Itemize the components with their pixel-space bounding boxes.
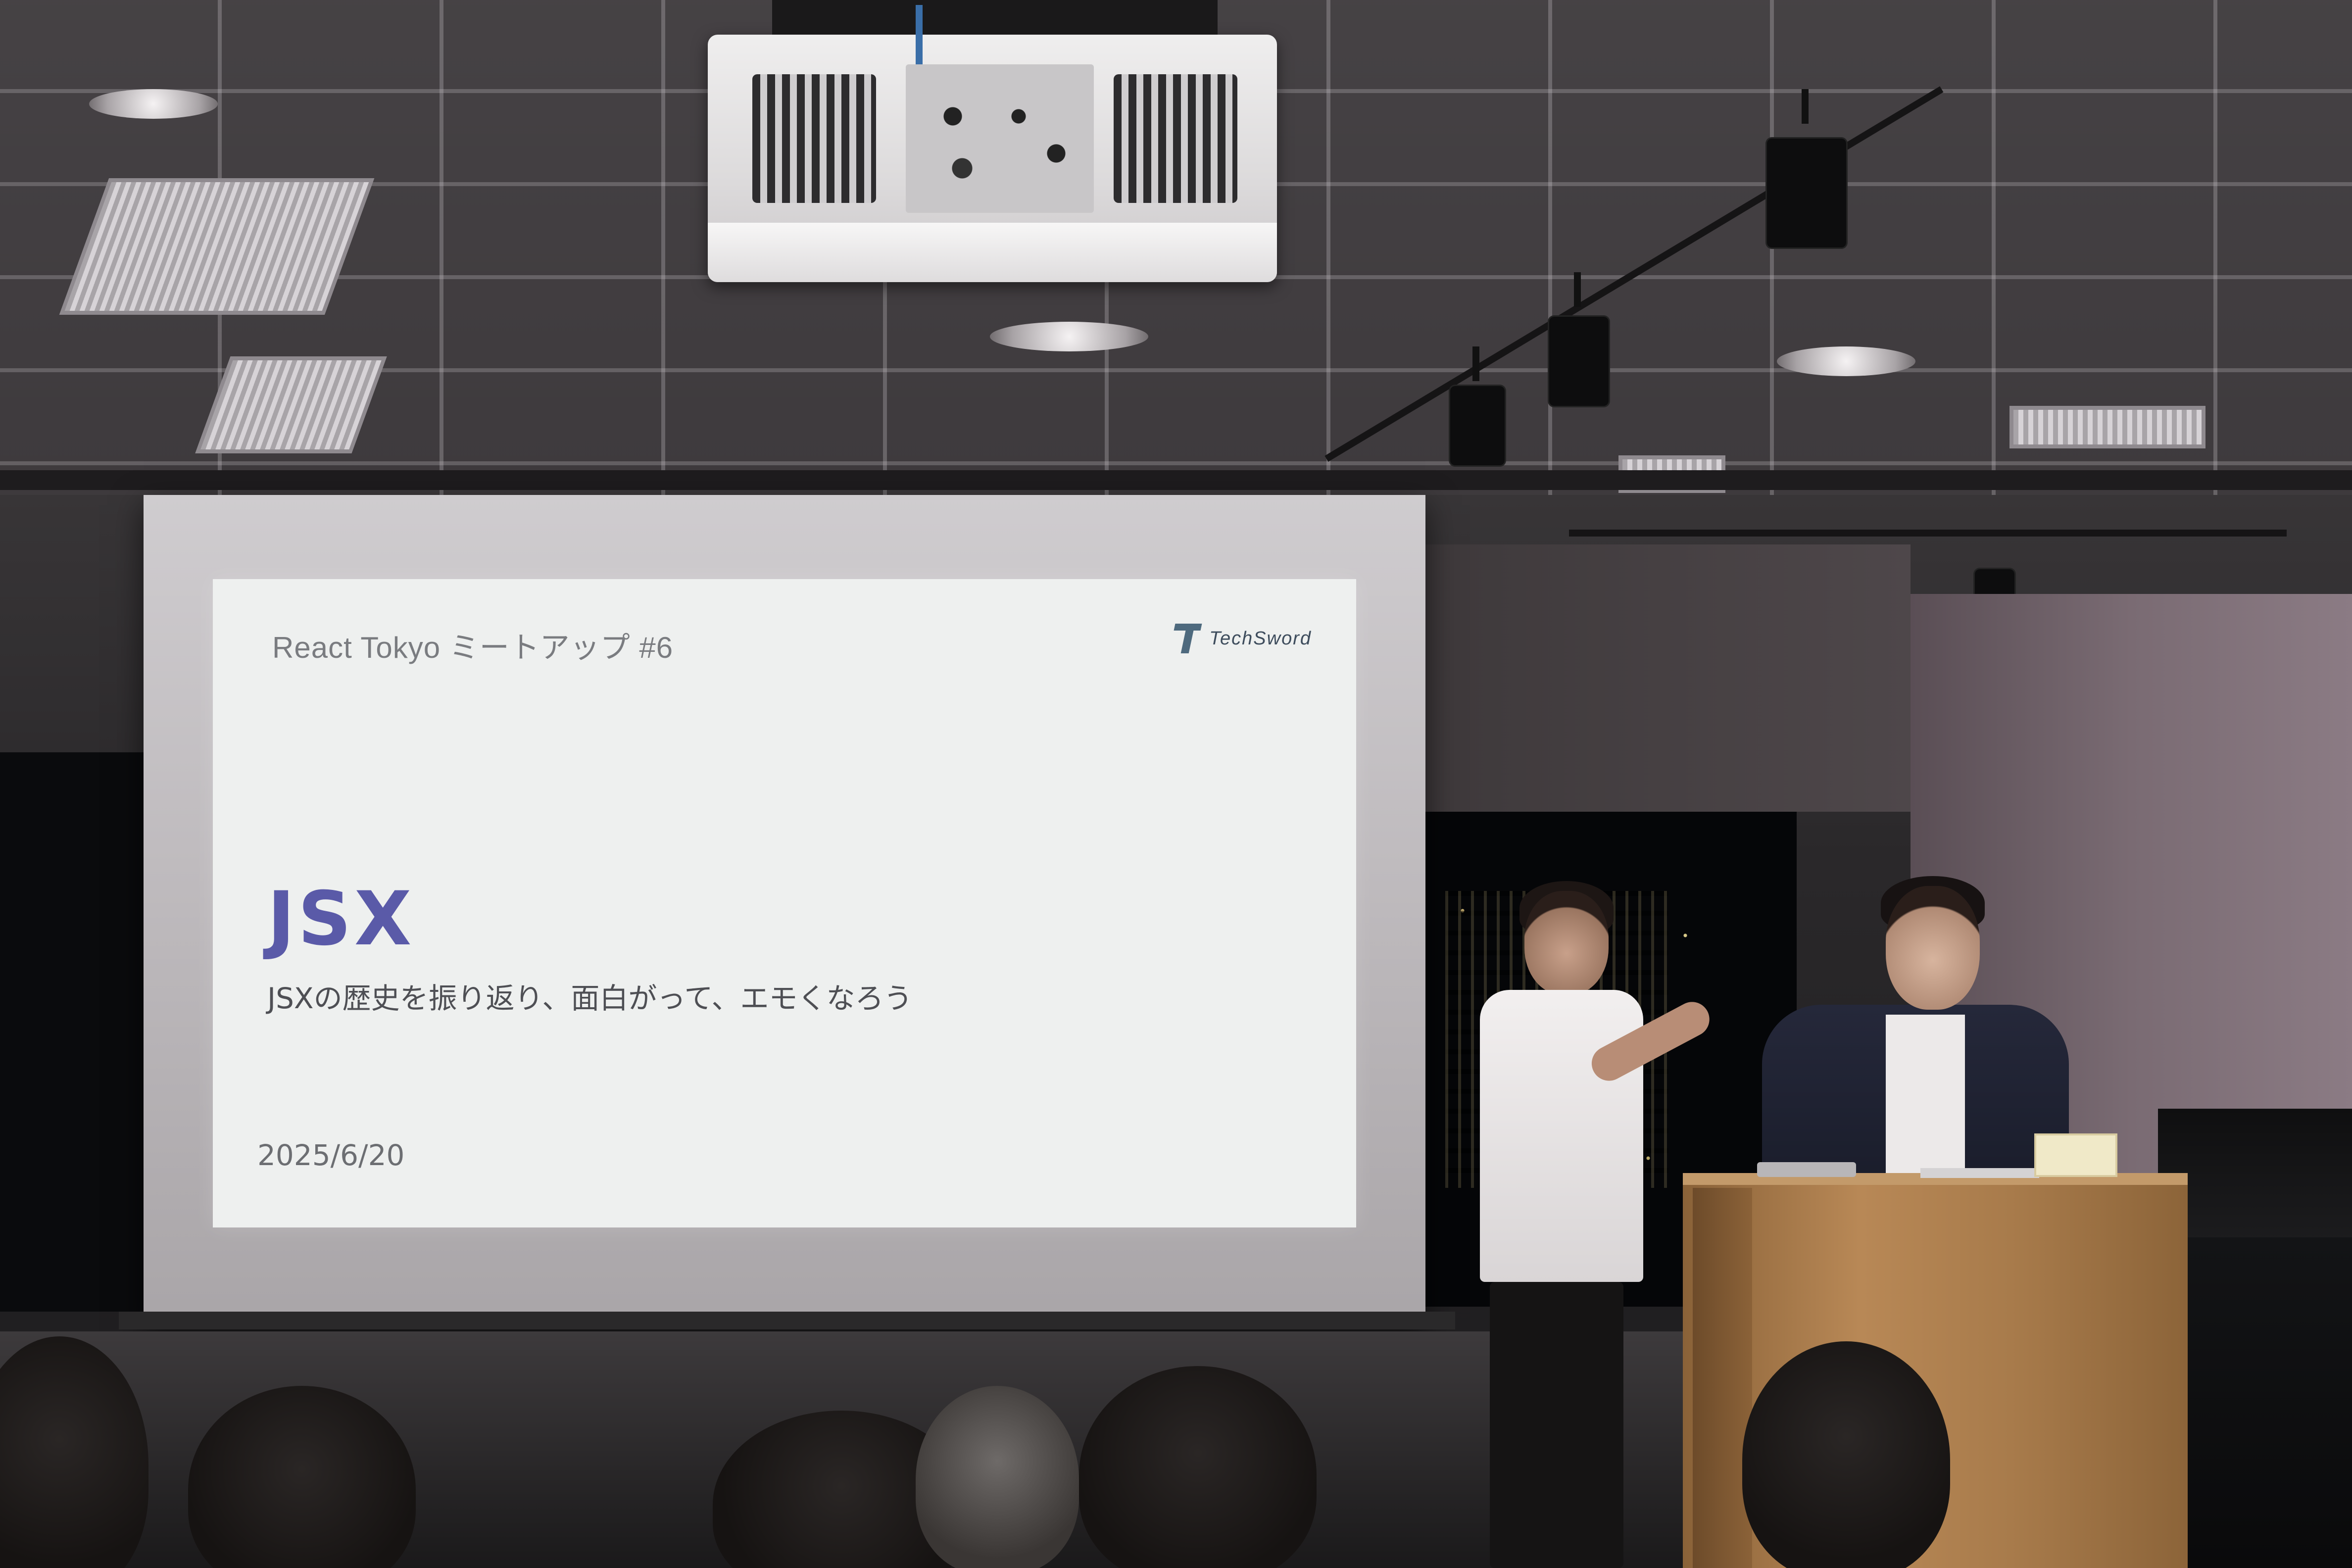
ceiling-vent-right [2009,406,2205,448]
event-photo: React Tokyo ミートアップ #6 TechSword JSX JSXの… [0,0,2352,1568]
ceiling-projector [708,0,1277,282]
slide-logo: TechSword [1175,624,1312,653]
logo-text: TechSword [1209,628,1312,649]
projector-grill-right [1114,74,1237,203]
podium-side-panel [1693,1188,1752,1568]
spotlight-3 [1450,386,1505,465]
slide-subtitle: JSXの歴史を振り返り、面白がって、エモくなろう [267,981,913,1015]
name-card [2034,1133,2117,1177]
ceiling-light-2 [1777,346,1915,376]
spotlight-1 [1767,139,1846,247]
presentation-slide: React Tokyo ミートアップ #6 TechSword JSX JSXの… [213,579,1356,1227]
equipment-rack [2183,1237,2352,1568]
projector-ports [906,64,1094,213]
ceiling-light-1 [990,322,1148,351]
spotlight-2 [1549,317,1609,406]
ceiling-vent-left-1 [59,178,375,315]
laptop-second [1920,1168,2039,1178]
slide-header: React Tokyo ミートアップ #6 [272,631,674,664]
laptop [1757,1162,1856,1177]
spotlight-stem-2 [1574,272,1581,307]
spotlight-stem-1 [1802,89,1809,124]
screen-bottom-bar [119,1312,1455,1329]
presenter-left-shirt [1480,990,1643,1282]
audience-head-6 [1742,1341,1950,1568]
presenter-right-head [1886,886,1980,1010]
slide-title: JSX [267,876,415,962]
spotlight-stem-3 [1472,346,1479,381]
projector-grill-left [752,74,876,203]
presenter-left-pants [1490,1282,1623,1568]
presenter-left [1480,881,1715,1568]
light-track-horizontal [1569,530,2287,537]
techsword-logo-icon [1175,624,1201,653]
left-window [0,752,148,1312]
slide-date: 2025/6/20 [257,1138,405,1172]
presenter-left-head [1524,891,1609,995]
projector-mount [772,0,1218,35]
projector-base [708,223,1277,282]
audience-head-4 [916,1386,1079,1568]
ceiling-beam [0,470,2352,490]
ceiling-light-3 [89,89,218,119]
back-wall [1425,544,1911,812]
